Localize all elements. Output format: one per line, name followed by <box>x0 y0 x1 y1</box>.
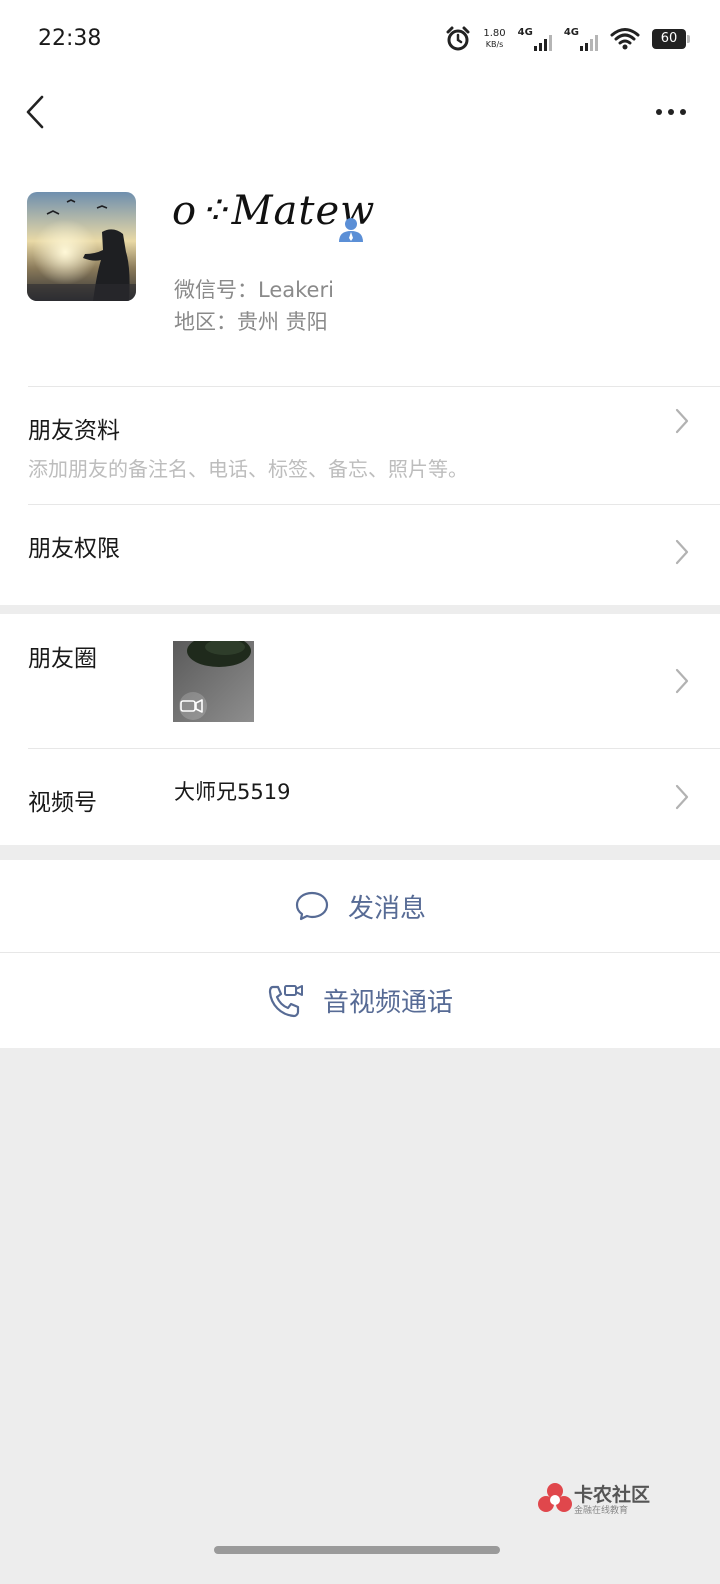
battery-icon: 60 <box>652 29 690 49</box>
chat-bubble-icon <box>295 891 329 921</box>
chevron-right-icon <box>675 668 689 694</box>
battery-level: 60 <box>660 31 678 46</box>
avatar[interactable] <box>27 192 136 301</box>
moments-title: 朋友圈 <box>28 646 97 672</box>
moments-thumbnail[interactable] <box>173 641 254 722</box>
friend-permission-title: 朋友权限 <box>28 536 120 562</box>
send-message-button[interactable]: 发消息 <box>0 860 720 952</box>
signal-sim2-label: 4G <box>563 27 579 38</box>
chevron-right-icon <box>675 539 689 565</box>
friend-info-subtitle: 添加朋友的备注名、电话、标签、备忘、照片等。 <box>28 457 468 481</box>
status-bar: 22:38 1.80 KB/s 4G 4G 60 <box>0 0 720 80</box>
signal-sim1: 4G <box>518 27 552 51</box>
network-speed: 1.80 KB/s <box>483 28 505 50</box>
status-icons: 1.80 KB/s 4G 4G 60 <box>445 22 690 56</box>
video-call-icon <box>268 984 303 1017</box>
network-speed-unit: KB/s <box>485 40 504 49</box>
send-message-label: 发消息 <box>347 893 426 924</box>
watermark-subtitle: 金融在线教育 <box>574 1506 629 1516</box>
signal-sim2: 4G <box>564 27 598 51</box>
back-arrow-icon[interactable] <box>22 92 52 132</box>
chevron-right-icon <box>675 408 689 434</box>
friend-info-title: 朋友资料 <box>28 418 120 444</box>
chevron-right-icon <box>675 784 689 810</box>
watermark-logo: 卡农社区 金融在线教育 <box>538 1480 658 1520</box>
channels-title: 视频号 <box>28 790 97 816</box>
network-speed-value: 1.80 <box>483 28 506 39</box>
wifi-icon <box>610 28 640 50</box>
home-indicator[interactable] <box>214 1546 500 1554</box>
av-call-button[interactable]: 音视频通话 <box>0 953 720 1048</box>
status-time: 22:38 <box>38 26 102 51</box>
wechat-id: 微信号：Leakeri <box>174 278 334 302</box>
alarm-clock-icon <box>446 26 470 51</box>
region: 地区：贵州 贵阳 <box>174 310 328 334</box>
av-call-label: 音视频通话 <box>322 988 453 1018</box>
friend-permission-row[interactable]: 朋友权限 <box>0 505 720 599</box>
signal-bars-icon <box>533 35 552 51</box>
contact-profile-screen: 22:38 1.80 KB/s 4G 4G 60 o⁘Matew 微信号：Lea… <box>0 0 720 1584</box>
signal-sim1-label: 4G <box>517 27 533 38</box>
channels-account-name: 大师兄5519 <box>174 780 291 804</box>
watermark-flower-icon <box>538 1483 572 1512</box>
more-options-icon[interactable] <box>654 100 688 124</box>
channels-row[interactable]: 视频号 <box>0 749 720 845</box>
contact-person-icon <box>339 218 363 242</box>
signal-bars-icon <box>580 35 598 51</box>
moments-row[interactable]: 朋友圈 <box>0 614 720 748</box>
friend-info-row[interactable]: 朋友资料 添加朋友的备注名、电话、标签、备忘、照片等。 <box>0 387 720 504</box>
